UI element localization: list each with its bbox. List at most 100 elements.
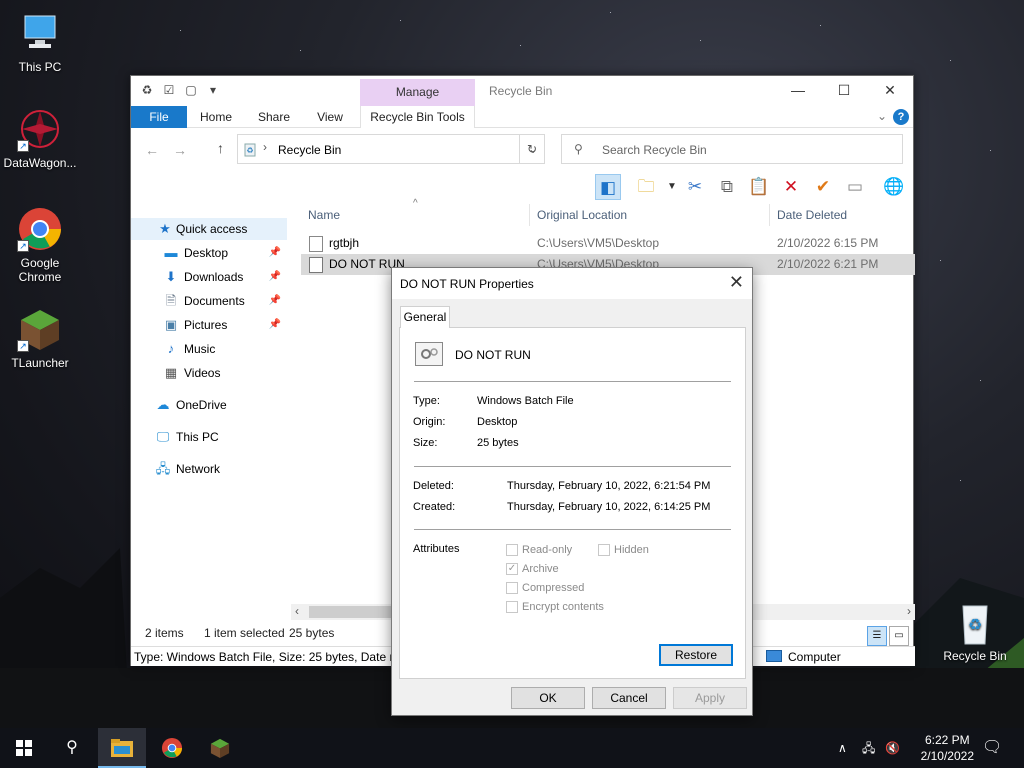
details-view-icon[interactable]: ☰ [867,626,887,646]
paste-icon[interactable]: 📋 [746,174,772,200]
folder-icon [111,739,133,757]
close-icon[interactable]: ✕ [729,272,744,293]
check-icon[interactable]: ✔ [810,174,836,200]
customize-qat-icon[interactable]: ▾ [205,82,221,98]
taskbar-file-explorer[interactable] [98,728,146,768]
forward-arrow-icon[interactable]: → [173,142,187,158]
pin-icon[interactable]: 📌 [269,314,281,336]
nav-onedrive[interactable]: ☁ OneDrive [131,394,287,416]
nav-desktop[interactable]: ▬ Desktop 📌 [131,242,287,264]
cancel-button[interactable]: Cancel [592,687,666,709]
tlauncher-icon: ↗ [17,306,63,352]
search-icon: ⚲ [574,142,583,156]
batch-file-icon [415,342,443,366]
encrypt-checkbox [506,601,518,613]
desktop-icon-label: Google Chrome [18,256,62,284]
address-bar[interactable]: ♻ › Recycle Bin ⌄ [237,134,545,164]
pin-icon[interactable]: 📌 [269,266,281,288]
column-header-name[interactable]: Name [308,208,340,222]
desktop-icon-datawagon[interactable]: ↗ DataWagon... [0,106,80,170]
file-name: DO NOT RUN [455,348,531,362]
minimize-button[interactable]: — [775,76,821,106]
collapse-ribbon-icon[interactable]: ⌄ [877,109,887,123]
ok-button[interactable]: OK [511,687,585,709]
origin-value: Desktop [477,416,518,428]
desktop-icon-recycle-bin[interactable]: ♻ Recycle Bin [938,602,1012,663]
pin-icon[interactable]: 📌 [269,290,281,312]
delete-icon[interactable]: ✕ [778,174,804,200]
scroll-left-icon[interactable]: ‹ [295,604,299,618]
search-box[interactable]: ⚲ Search Recycle Bin [561,134,903,164]
desktop-icon-label: Recycle Bin [943,649,1007,663]
windows-logo-icon [16,740,32,756]
rename-icon[interactable]: ▭ [842,174,868,200]
desktop-icon-this-pc[interactable]: This PC [0,10,80,74]
tab-share[interactable]: Share [251,106,297,128]
tab-view[interactable]: View [307,106,353,128]
desktop-icon-google-chrome[interactable]: ↗ Google Chrome [0,206,80,284]
column-headers: Name ^ Original Location Date Deleted [301,198,915,226]
nav-downloads[interactable]: ⬇ Downloads 📌 [131,266,287,288]
selection-count: 1 item selected [204,626,285,640]
help-icon[interactable]: ? [893,109,909,125]
nav-quick-access[interactable]: ★ Quick access [131,218,287,240]
dialog-title-bar: DO NOT RUN Properties ✕ [392,268,752,299]
back-arrow-icon[interactable]: ← [145,142,159,158]
desktop-icon-tlauncher[interactable]: ↗ TLauncher [0,306,80,370]
volume-muted-icon[interactable]: 🔇 [885,728,900,768]
nav-documents[interactable]: 🗎 Documents 📌 [131,290,287,312]
clock[interactable]: 6:22 PM 2/10/2022 [921,732,974,764]
desktop-icon-label: TLauncher [11,356,69,370]
nav-music[interactable]: ♪ Music [131,338,287,360]
tab-file[interactable]: File [131,106,187,128]
show-hidden-icons-icon[interactable]: ∧ [838,728,847,768]
scroll-right-icon[interactable]: › [907,604,911,618]
table-row[interactable]: rgtbjh C:\Users\VM5\Desktop 2/10/2022 6:… [301,233,915,254]
new-folder-icon[interactable]: ▢ [183,82,199,98]
shortcut-arrow-icon: ↗ [17,340,29,352]
copy-icon[interactable]: ⧉ [714,174,740,200]
nav-videos[interactable]: ▦ Videos [131,362,287,384]
hidden-checkbox [598,544,610,556]
search-icon[interactable]: ⚲ [48,728,96,768]
download-arrow-icon: ⬇ [165,269,177,284]
recycle-bin-icon: ♻ [244,143,256,157]
up-arrow-icon[interactable]: ↑ [217,140,224,156]
deleted-value: Thursday, February 10, 2022, 6:21:54 PM [507,480,711,492]
selection-size: 25 bytes [289,626,335,640]
large-icons-view-icon[interactable]: ▭ [889,626,909,646]
start-button[interactable] [0,728,48,768]
type-value: Windows Batch File [477,395,574,407]
close-button[interactable]: ✕ [867,76,913,106]
column-header-date-deleted[interactable]: Date Deleted [777,208,847,222]
chrome-icon [161,737,183,759]
manage-context-tab: Manage [360,79,475,106]
size-value: 25 bytes [477,437,519,449]
globe-icon[interactable]: 🌐 [881,174,907,200]
taskbar-tlauncher[interactable] [196,728,244,768]
shortcut-arrow-icon: ↗ [17,240,29,252]
tab-recycle-bin-tools[interactable]: Recycle Bin Tools [360,106,475,128]
nav-this-pc[interactable]: 🖵 This PC [131,426,287,448]
restore-button[interactable]: Restore [659,644,733,666]
network-status-icon[interactable]: 🖧 [862,728,875,768]
pin-icon[interactable]: 📌 [269,242,281,264]
tab-general[interactable]: General [400,306,450,328]
cut-icon[interactable]: ✂ [682,174,708,200]
properties-icon[interactable]: ☑ [161,82,177,98]
item-count: 2 items [145,626,184,640]
refresh-button[interactable]: ↻ [519,134,545,164]
tlauncher-icon [210,738,230,759]
maximize-button[interactable]: ☐ [821,76,867,106]
svg-text:♻: ♻ [968,617,982,634]
nav-network[interactable]: 🖧 Network [131,458,287,480]
preview-pane-icon[interactable]: ◧ [595,174,621,200]
tab-home[interactable]: Home [193,106,239,128]
nav-pictures[interactable]: ▣ Pictures 📌 [131,314,287,336]
action-center-icon[interactable]: 🗨 [982,728,1002,768]
taskbar-chrome[interactable] [148,728,196,768]
file-icon [309,236,323,252]
new-folder-toolbar-icon[interactable]: 🗀 [633,174,659,200]
address-text: Recycle Bin [278,143,342,157]
column-header-original-location[interactable]: Original Location [537,208,627,222]
